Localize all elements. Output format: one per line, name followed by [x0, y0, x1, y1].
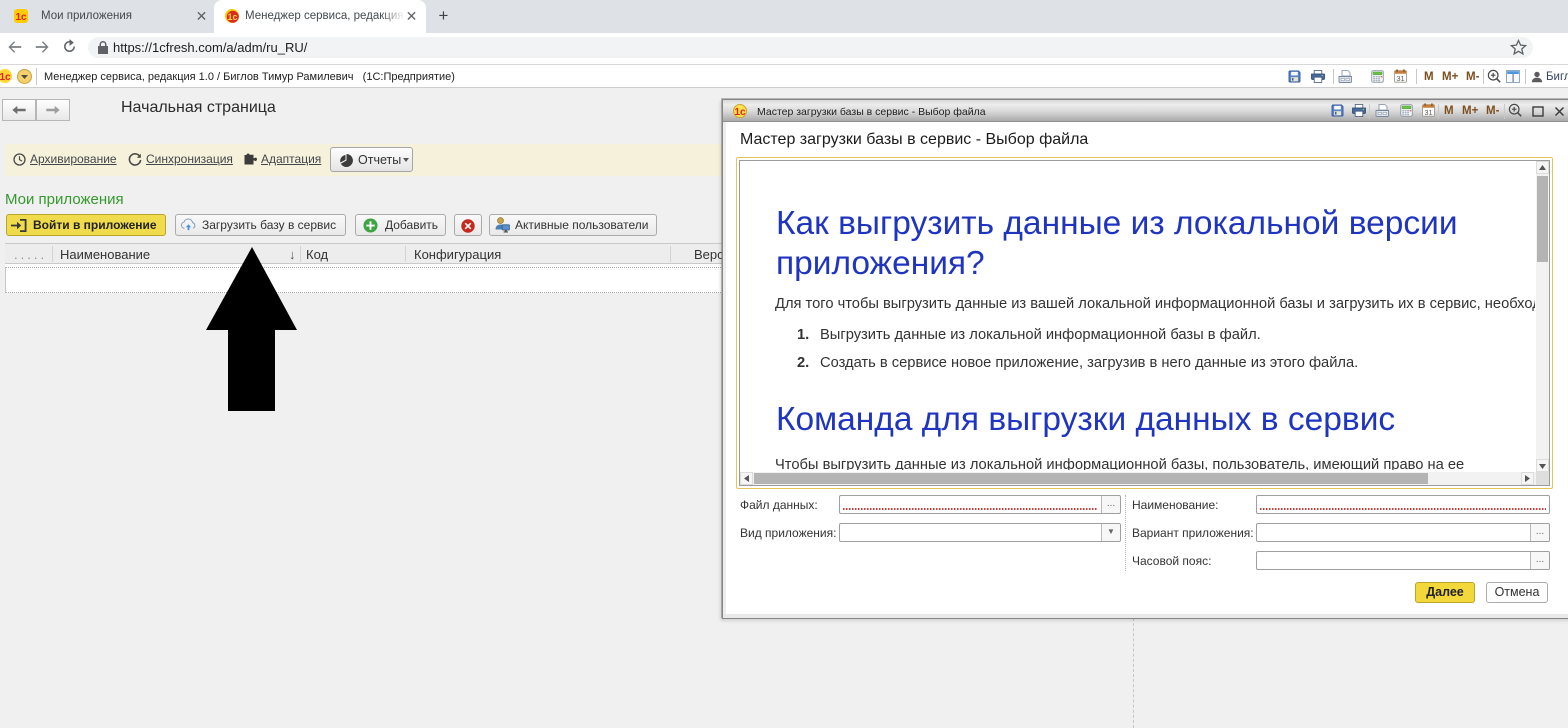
svg-text:1с: 1с	[15, 12, 27, 23]
svg-text:31: 31	[1396, 74, 1404, 83]
svg-text:1с: 1с	[734, 107, 746, 118]
svg-text:31: 31	[1424, 108, 1432, 117]
svg-text:1с: 1с	[227, 12, 237, 22]
svg-text:1с: 1с	[0, 72, 11, 83]
